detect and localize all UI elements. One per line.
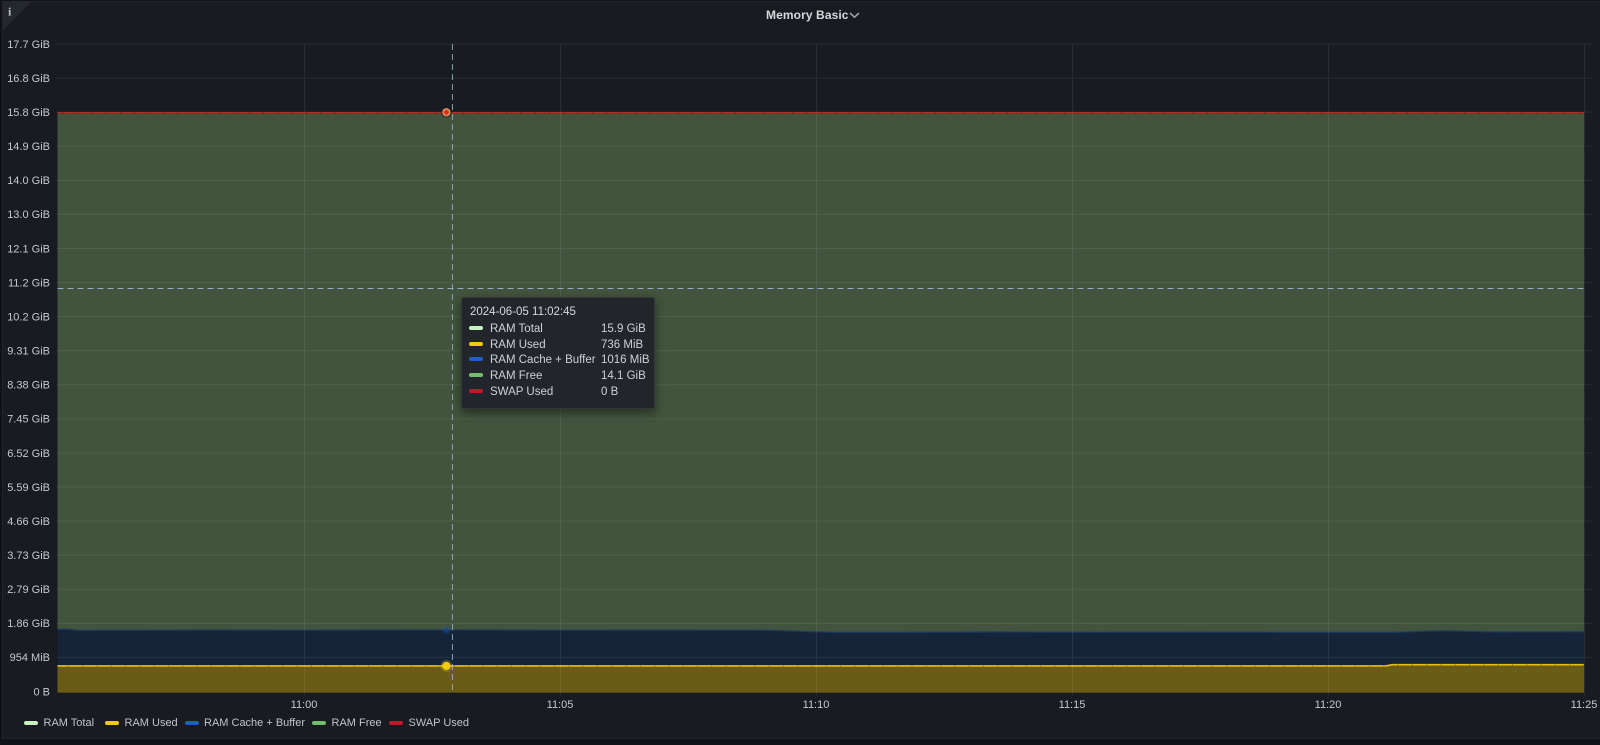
svg-text:5.59 GiB: 5.59 GiB — [7, 482, 50, 494]
svg-text:6.52 GiB: 6.52 GiB — [7, 448, 50, 460]
svg-text:11:20: 11:20 — [1315, 699, 1342, 711]
svg-text:10.2 GiB: 10.2 GiB — [7, 311, 50, 323]
svg-text:11.2 GiB: 11.2 GiB — [8, 277, 50, 289]
svg-text:11:00: 11:00 — [291, 699, 318, 711]
svg-text:11:25: 11:25 — [1571, 699, 1598, 711]
svg-text:2.79 GiB: 2.79 GiB — [7, 584, 50, 596]
svg-text:11:05: 11:05 — [547, 699, 574, 711]
svg-text:954 MiB: 954 MiB — [10, 652, 50, 664]
svg-text:15.8 GiB: 15.8 GiB — [7, 107, 50, 119]
svg-text:12.1 GiB: 12.1 GiB — [7, 243, 50, 255]
svg-text:3.73 GiB: 3.73 GiB — [7, 550, 50, 562]
svg-text:4.66 GiB: 4.66 GiB — [7, 516, 50, 528]
svg-text:8.38 GiB: 8.38 GiB — [7, 380, 50, 392]
svg-text:7.45 GiB: 7.45 GiB — [7, 414, 50, 426]
svg-text:9.31 GiB: 9.31 GiB — [7, 346, 50, 358]
svg-text:16.8 GiB: 16.8 GiB — [7, 73, 50, 85]
svg-text:0 B: 0 B — [33, 686, 50, 698]
svg-text:14.0 GiB: 14.0 GiB — [7, 175, 50, 187]
svg-text:14.9 GiB: 14.9 GiB — [7, 141, 50, 153]
svg-text:11:10: 11:10 — [803, 699, 830, 711]
svg-text:1.86 GiB: 1.86 GiB — [7, 618, 50, 630]
svg-text:11:15: 11:15 — [1059, 699, 1086, 711]
svg-text:13.0 GiB: 13.0 GiB — [7, 209, 50, 221]
svg-text:17.7 GiB: 17.7 GiB — [7, 39, 50, 51]
